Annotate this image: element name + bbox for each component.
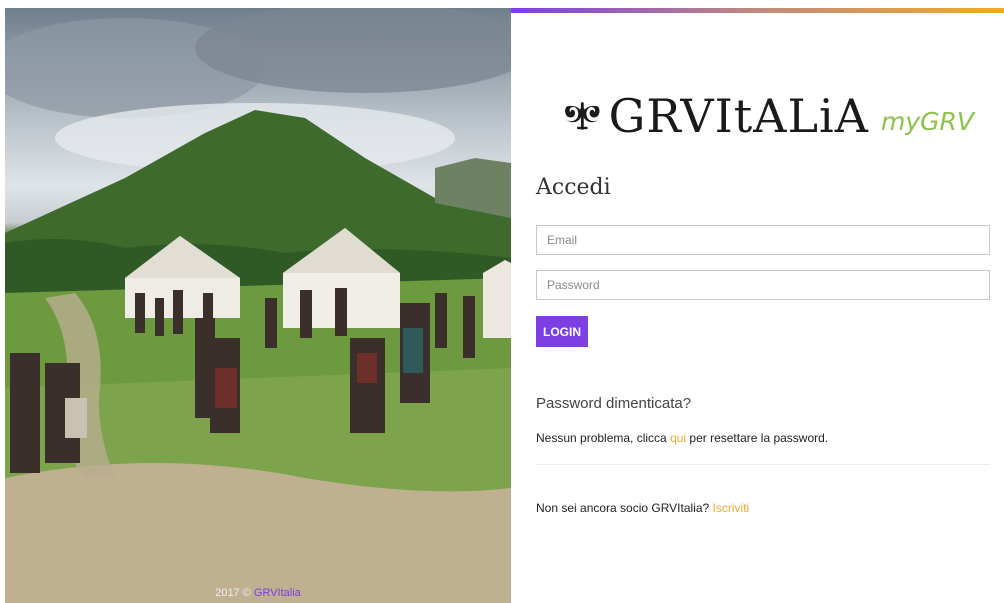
copyright-brand: GRVItalia [253, 587, 301, 599]
email-field[interactable] [536, 225, 990, 255]
login-panel: GRVItALiA myGRV Accedi LOGIN Password di… [536, 13, 992, 603]
site-logo: GRVItALiA myGRV [564, 81, 974, 151]
signup-text: Non sei ancora socio GRVItalia? Iscrivit… [536, 501, 749, 515]
logo-text: GRVItALiA [608, 89, 869, 143]
forgot-text-before: Nessun problema, clicca [536, 431, 671, 445]
photo-copyright: 2017 © GRVItalia [5, 587, 511, 599]
background-photo: 2017 © GRVItalia [5, 8, 511, 603]
landscape-illustration [5, 8, 511, 603]
login-button[interactable]: LOGIN [536, 316, 588, 347]
grv-emblem-icon [565, 102, 600, 130]
forgot-text-after: per resettare la password. [686, 431, 829, 445]
forgot-password-text: Nessun problema, clicca qui per resettar… [536, 431, 828, 445]
reset-password-link[interactable]: qui [670, 431, 686, 445]
password-field[interactable] [536, 270, 990, 300]
logo-subtitle: myGRV [881, 106, 974, 136]
signup-link[interactable]: Iscriviti [713, 501, 750, 515]
tent-right [483, 260, 511, 338]
copyright-prefix: 2017 © [215, 587, 254, 599]
divider [536, 464, 990, 465]
page-title: Accedi [536, 175, 611, 200]
signup-prompt: Non sei ancora socio GRVItalia? [536, 501, 713, 515]
forgot-password-title: Password dimenticata? [536, 395, 692, 412]
